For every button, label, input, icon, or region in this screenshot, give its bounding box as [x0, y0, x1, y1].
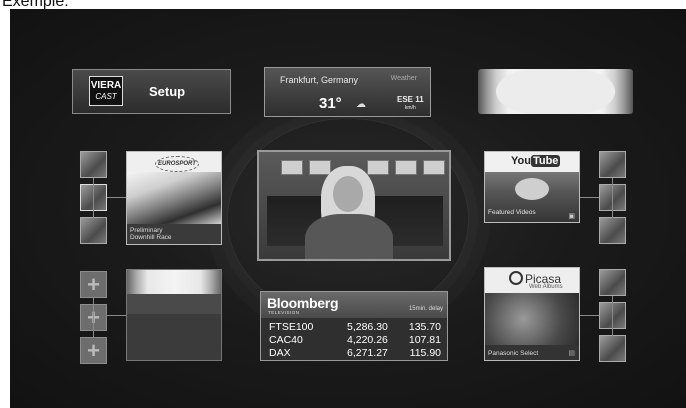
connector-line	[107, 197, 126, 198]
eurosport-panel[interactable]: EUROSPORT Preliminary Downhill Race	[126, 151, 222, 245]
ticker-change: 135.70	[408, 321, 441, 333]
bloomberg-delay: 15min. delay	[408, 306, 443, 312]
weather-tag: Weather	[390, 75, 417, 82]
studio-monitor	[395, 160, 417, 175]
viera-cast-logo: VIERA CAST	[89, 76, 123, 106]
empty-slot-bottom-left[interactable]	[126, 269, 222, 361]
ticker-change: 115.90	[409, 347, 441, 359]
youtube-thumb-1[interactable]	[599, 151, 626, 178]
album-icon: ▤	[568, 350, 575, 357]
connector-line	[612, 178, 613, 218]
ticker-value: 6,271.27	[347, 347, 388, 359]
youtube-panel[interactable]: You Tube Featured Videos ▣	[484, 151, 580, 223]
ticker-value: 5,286.30	[347, 321, 388, 333]
ticker-name: FTSE100	[269, 321, 314, 333]
connector-line	[580, 197, 599, 198]
ticker-row: FTSE100 5,286.30 135.70	[269, 321, 445, 334]
ski-image	[127, 172, 221, 224]
bloomberg-panel[interactable]: Bloomberg TELEVISION 15min. delay FTSE10…	[260, 291, 448, 361]
connector-line	[107, 315, 126, 316]
viera-cast-screen: VIERA CAST Setup Frankfurt, Germany Weat…	[10, 9, 686, 408]
setup-label: Setup	[149, 84, 186, 99]
sport-caption: Preliminary Downhill Race	[127, 224, 221, 244]
ticker-name: CAC40	[269, 334, 303, 346]
picasa-panel[interactable]: Picasa Web Albums Panasonic Select ▤	[484, 267, 580, 361]
youtube-logo-tube: Tube	[530, 155, 561, 167]
connector-line	[612, 296, 613, 336]
picasa-ring-icon	[509, 271, 523, 285]
picasa-photo	[485, 293, 579, 345]
eurosport-logo: EUROSPORT	[155, 156, 199, 172]
sport-thumb-1[interactable]	[80, 151, 107, 178]
tv-video-panel[interactable]	[257, 150, 451, 261]
picasa-caption: Panasonic Select	[485, 345, 579, 360]
ticker-row: CAC40 4,220.26 107.81	[269, 334, 445, 347]
news-anchor-face	[333, 176, 363, 212]
setup-button[interactable]: VIERA CAST Setup	[72, 69, 231, 114]
weather-wind: ESE 11 km/h	[397, 95, 424, 113]
add-slot-3[interactable]: +	[80, 337, 107, 364]
weather-location: Frankfurt, Germany	[280, 75, 359, 85]
picasa-sub: Web Albums	[529, 284, 563, 290]
ticker-row: DAX 6,271.27 115.90	[269, 347, 445, 360]
picasa-thumb-1[interactable]	[599, 269, 626, 296]
picasa-thumb-3[interactable]	[599, 335, 626, 362]
bloomberg-logo: Bloomberg	[267, 295, 339, 311]
youtube-logo: You Tube	[511, 155, 561, 167]
sport-caption-line1: Preliminary	[130, 227, 163, 234]
viera-logo-text: VIERA	[90, 80, 122, 91]
camera-icon: ▣	[568, 213, 575, 220]
weather-icon: ☁︎	[356, 99, 366, 110]
ticker-name: DAX	[269, 347, 291, 359]
sport-thumb-3[interactable]	[80, 217, 107, 244]
bird-image	[515, 178, 549, 200]
empty-slot-top-right[interactable]	[478, 69, 633, 114]
bloomberg-header: Bloomberg TELEVISION 15min. delay	[261, 292, 447, 318]
sport-caption-line2: Downhill Race	[130, 234, 172, 241]
add-slot-1[interactable]: +	[80, 271, 107, 298]
connector-line	[93, 298, 94, 338]
bloomberg-sub: TELEVISION	[268, 310, 300, 315]
youtube-caption: Featured Videos	[488, 209, 536, 216]
ticker-value: 4,220.26	[347, 334, 388, 346]
wind-unit: km/h	[404, 105, 416, 111]
studio-monitor	[423, 160, 445, 175]
weather-temperature: 31°	[319, 95, 342, 112]
studio-monitor	[367, 160, 389, 175]
youtube-thumb-3[interactable]	[599, 217, 626, 244]
connector-line	[580, 315, 599, 316]
studio-monitor	[309, 160, 331, 175]
news-anchor-body	[305, 214, 393, 259]
studio-monitor	[281, 160, 303, 175]
cast-logo-text: CAST	[95, 92, 117, 101]
ticker-change: 107.81	[408, 334, 441, 346]
weather-panel[interactable]: Frankfurt, Germany Weather 31° ☁︎ ESE 11…	[264, 67, 431, 117]
connector-line	[93, 178, 94, 218]
youtube-logo-you: You	[511, 155, 531, 167]
wind-direction: ESE 11	[397, 95, 424, 104]
